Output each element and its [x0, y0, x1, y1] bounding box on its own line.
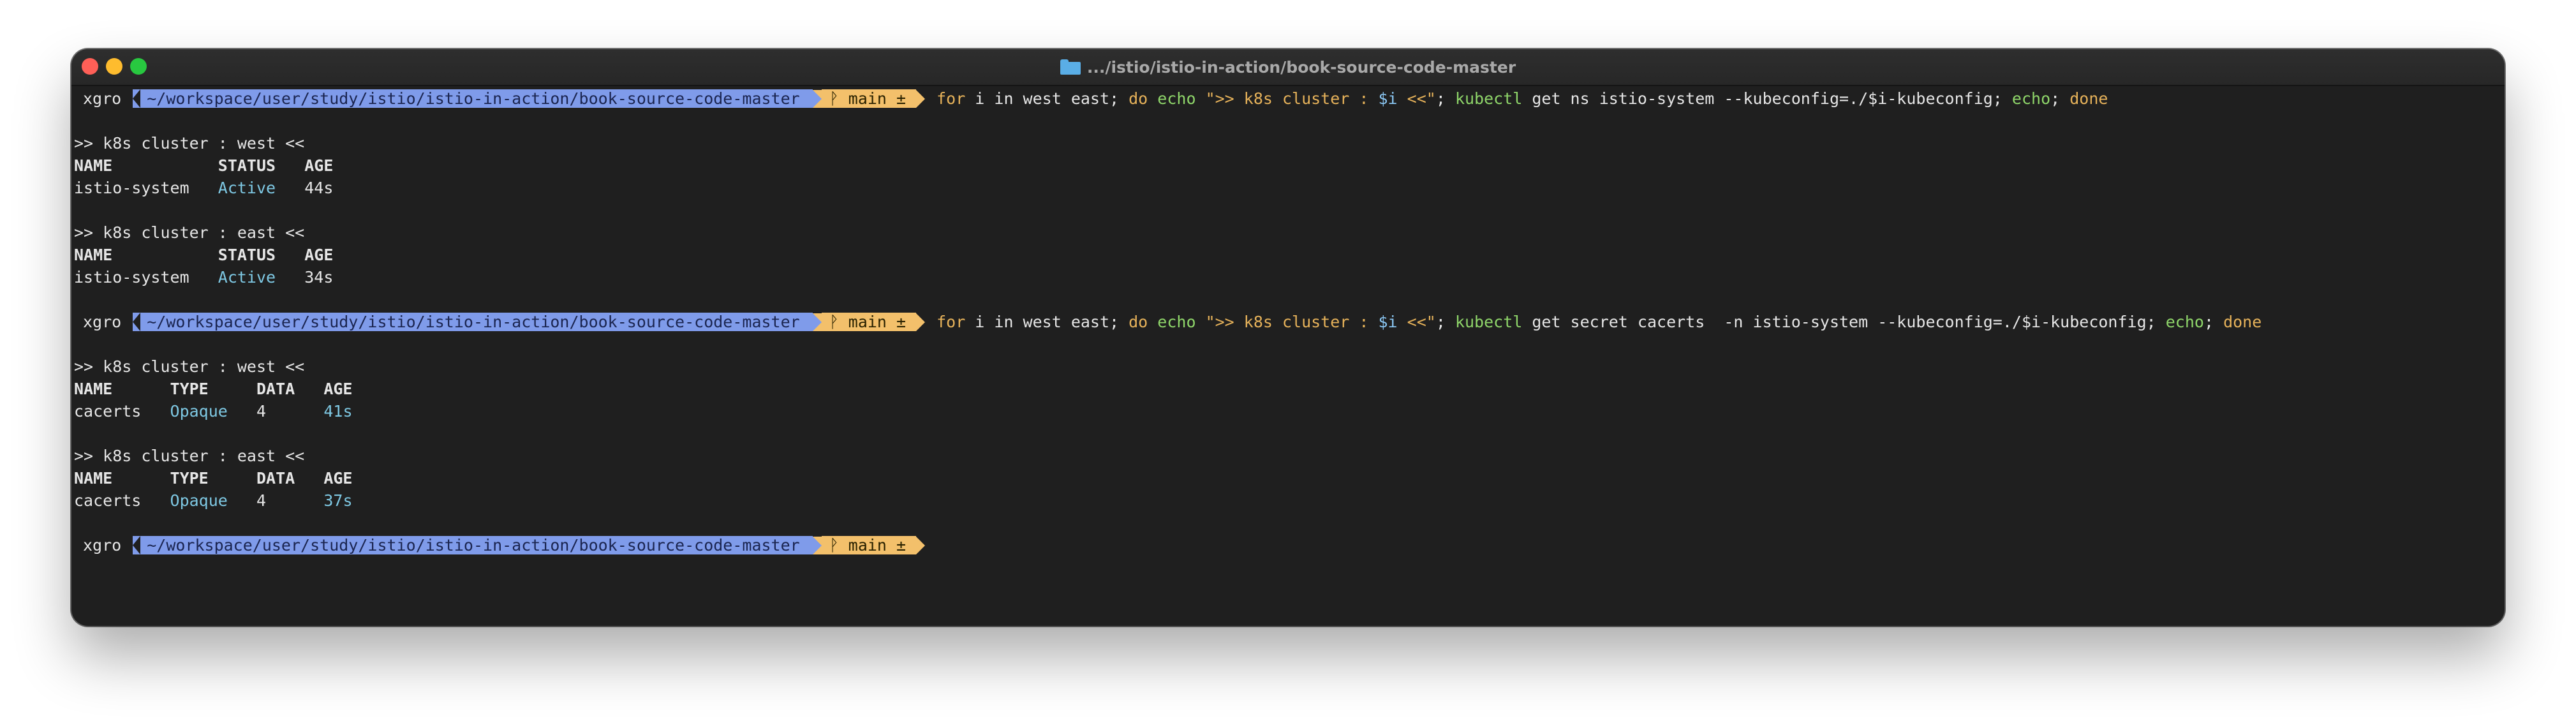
segment-end-icon: [916, 89, 926, 108]
command-text: for i in west east; do echo ">> k8s clus…: [936, 89, 2108, 108]
table-header: NAME TYPE DATA AGE: [74, 380, 353, 398]
prompt-path-segment: ~/workspace/user/study/istio/istio-in-ac…: [140, 313, 813, 331]
table-header: NAME TYPE DATA AGE: [74, 469, 353, 487]
prompt-git-segment: ᚹ main ±: [821, 313, 917, 331]
prompt-git-segment: ᚹ main ±: [821, 89, 917, 108]
segment-end-icon: [916, 536, 926, 554]
folder-icon: [1060, 59, 1081, 75]
command-text: for i in west east; do echo ">> k8s clus…: [936, 313, 2262, 331]
prompt-line: xgro ~/workspace/user/study/istio/istio-…: [74, 534, 2505, 556]
output-line: >> k8s cluster : east <<: [74, 223, 305, 242]
output-line: >> k8s cluster : east <<: [74, 447, 305, 465]
title-bar: .../istio/istio-in-action/book-source-co…: [71, 49, 2505, 86]
prompt-git-segment: ᚹ main ±: [821, 536, 917, 554]
terminal-content[interactable]: xgro ~/workspace/user/study/istio/istio-…: [74, 87, 2505, 556]
table-row: cacerts Opaque 4 41s: [74, 402, 353, 420]
git-branch-icon: ᚹ: [829, 89, 848, 108]
prompt-path-segment: ~/workspace/user/study/istio/istio-in-ac…: [140, 89, 813, 108]
table-header: NAME STATUS AGE: [74, 156, 334, 175]
window-title: .../istio/istio-in-action/book-source-co…: [71, 49, 2505, 85]
table-header: NAME STATUS AGE: [74, 246, 334, 264]
prompt-user: xgro: [83, 313, 122, 331]
terminal-window: .../istio/istio-in-action/book-source-co…: [71, 49, 2505, 626]
prompt-line: xgro ~/workspace/user/study/istio/istio-…: [74, 87, 2505, 110]
output-line: >> k8s cluster : west <<: [74, 357, 305, 376]
table-row: istio-system Active 44s: [74, 179, 334, 197]
prompt-user: xgro: [83, 536, 122, 554]
git-branch-icon: ᚹ: [829, 313, 848, 331]
table-row: cacerts Opaque 4 37s: [74, 491, 353, 510]
segment-separator-icon: [812, 89, 822, 108]
prompt-path-segment: ~/workspace/user/study/istio/istio-in-ac…: [140, 536, 813, 554]
prompt-user: xgro: [83, 89, 122, 108]
git-branch-icon: ᚹ: [829, 536, 848, 554]
table-row: istio-system Active 34s: [74, 268, 334, 286]
prompt-line: xgro ~/workspace/user/study/istio/istio-…: [74, 311, 2505, 333]
segment-end-icon: [916, 313, 926, 331]
segment-separator-icon: [812, 313, 822, 331]
output-line: >> k8s cluster : west <<: [74, 134, 305, 152]
segment-separator-icon: [812, 536, 822, 554]
window-title-text: .../istio/istio-in-action/book-source-co…: [1086, 57, 1516, 77]
